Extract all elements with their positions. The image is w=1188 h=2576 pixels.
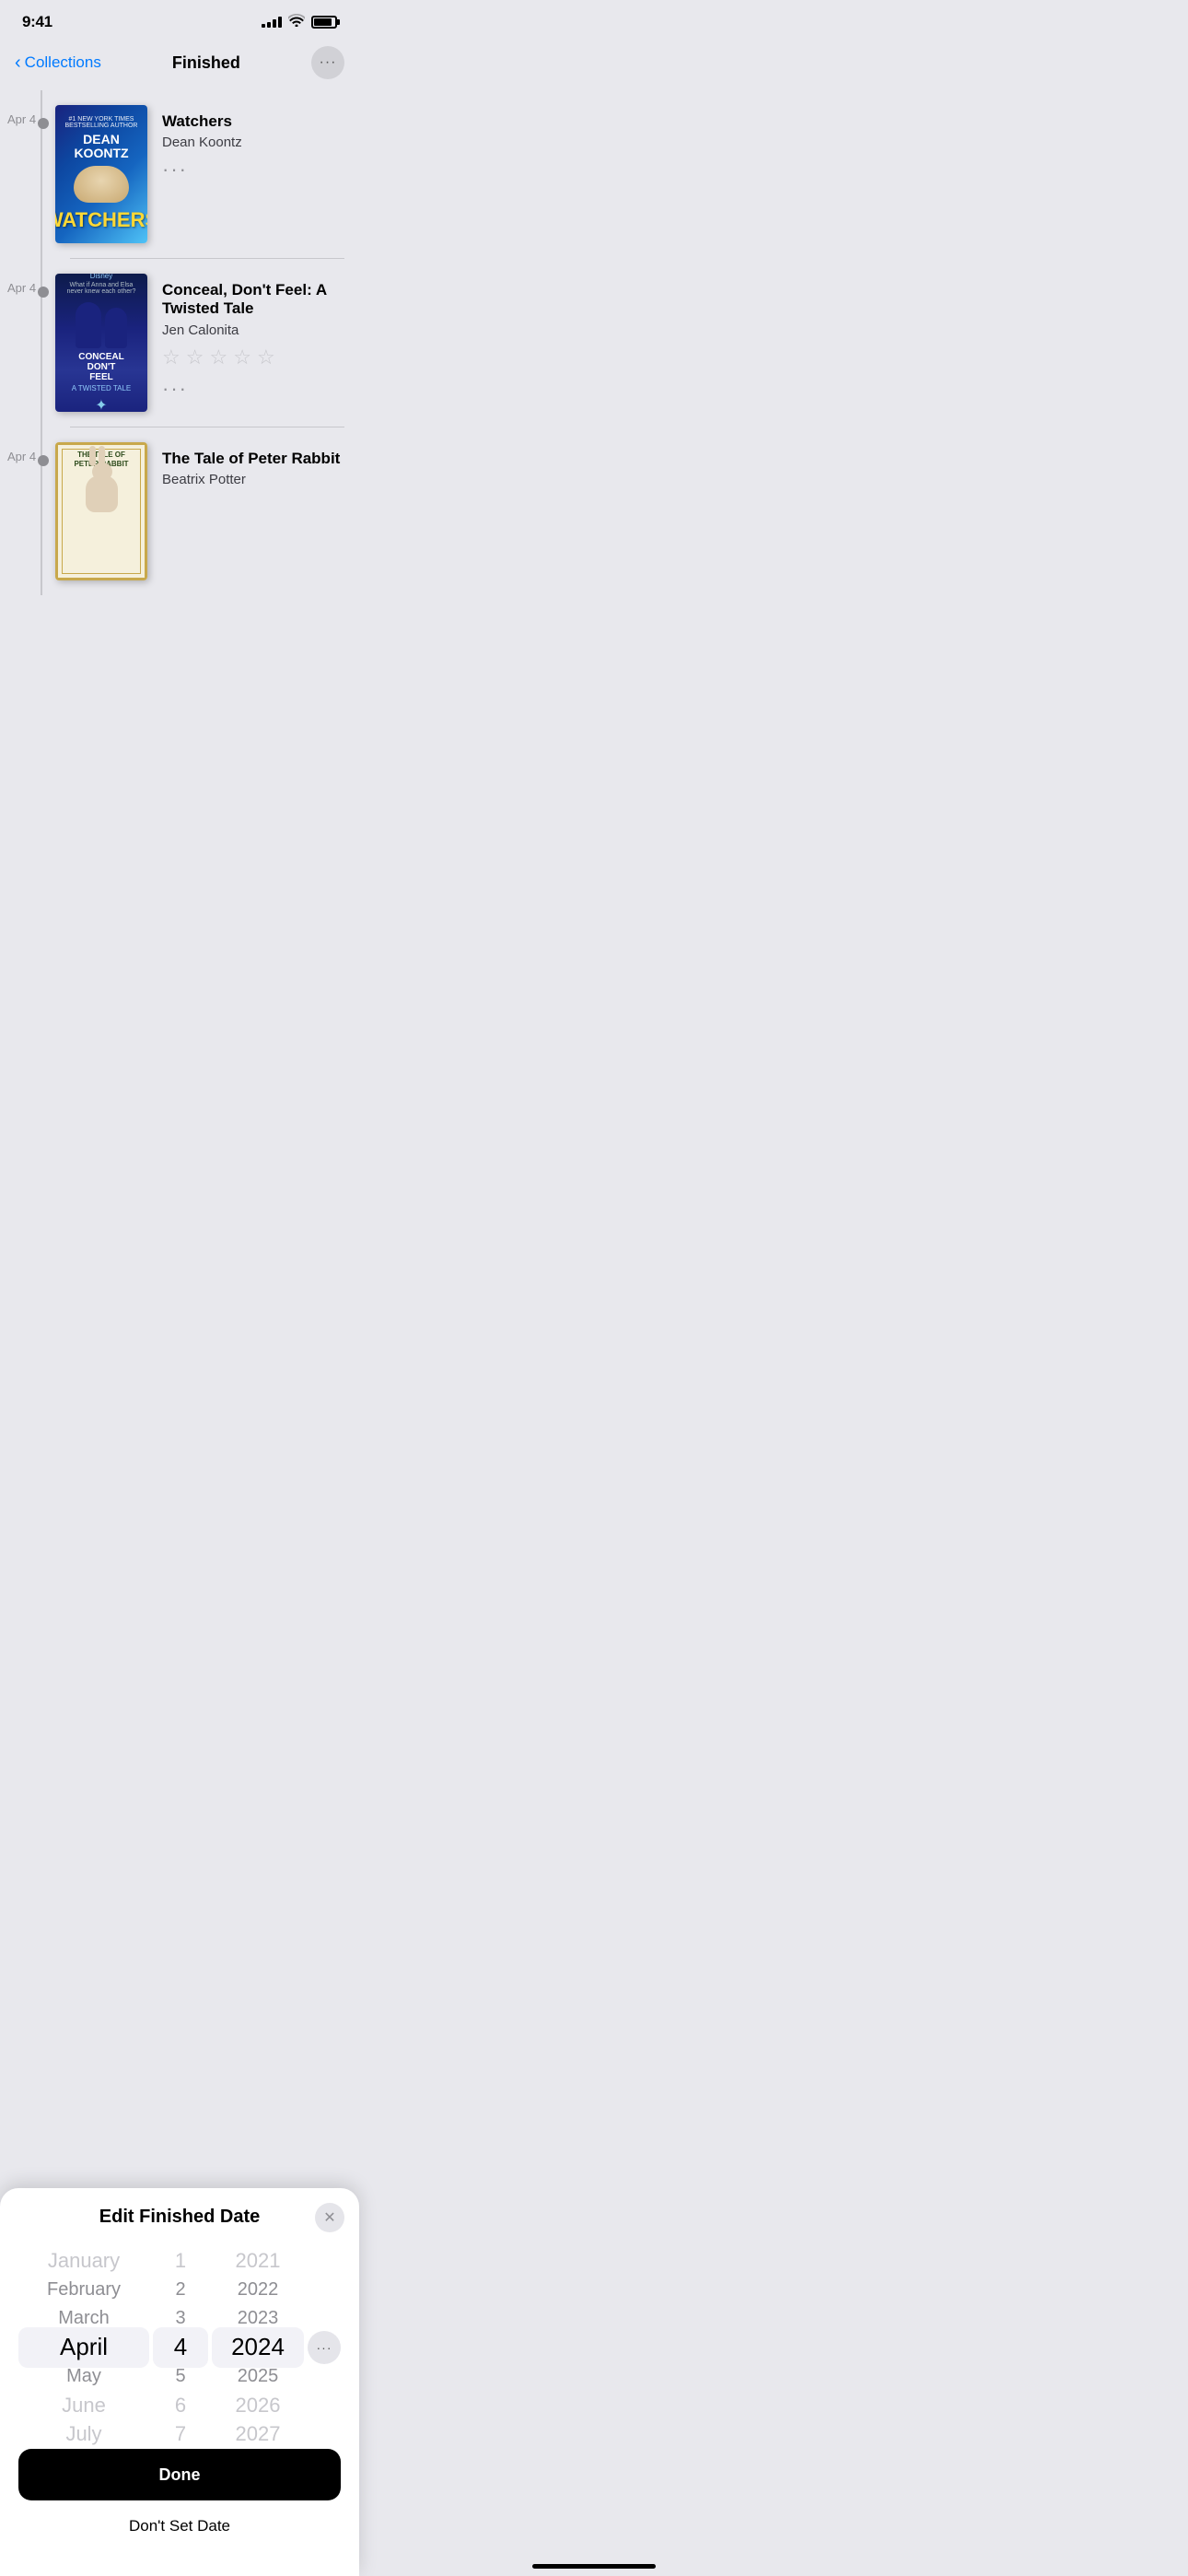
wifi-icon — [288, 14, 305, 30]
book-cover-conceal[interactable]: Disney What if Anna and Elsa never knew … — [55, 274, 147, 412]
back-chevron-icon: ‹ — [15, 53, 21, 74]
cover-author: DEANKOONTZ — [74, 133, 128, 161]
close-button[interactable]: ✕ — [315, 2203, 344, 2232]
month-may[interactable]: May — [18, 2362, 149, 2391]
home-indicator — [532, 2564, 656, 2569]
timeline-dot-1 — [38, 118, 49, 129]
month-april[interactable]: April — [18, 2333, 149, 2361]
month-picker[interactable]: January February March April May June Ju… — [18, 2246, 149, 2449]
year-2025[interactable]: 2025 — [212, 2362, 304, 2391]
book-author-watchers: Dean Koontz — [162, 135, 344, 150]
cover-book-title: WATCHERS — [55, 208, 147, 232]
back-button[interactable]: ‹ Collections — [15, 53, 101, 74]
star-1[interactable]: ☆ — [162, 345, 181, 369]
done-button[interactable]: Done — [18, 2449, 341, 2500]
book-info-conceal: Conceal, Don't Feel: A Twisted Tale Jen … — [162, 274, 344, 401]
year-2021[interactable]: 2021 — [212, 2246, 304, 2275]
status-icons — [262, 14, 337, 30]
book-entry-watchers: Apr 4 #1 NEW YORK TIMES BESTSELLING AUTH… — [55, 90, 359, 258]
year-2026[interactable]: 2026 — [212, 2391, 304, 2419]
day-5[interactable]: 5 — [153, 2362, 208, 2391]
cover-conceal-title: CONCEALDON'TFEEL — [78, 352, 123, 382]
book-entry-peter: Apr 4 THE TALE OFPETER RABBIT Th — [55, 427, 359, 595]
year-2027[interactable]: 2027 — [212, 2420, 304, 2449]
status-bar: 9:41 — [0, 0, 359, 39]
star-3[interactable]: ☆ — [209, 345, 227, 369]
rabbit-illustration — [69, 475, 134, 540]
day-picker[interactable]: 1 2 3 4 5 6 7 — [153, 2246, 208, 2449]
picker-more-dots-icon: ··· — [317, 2340, 332, 2355]
book-title-watchers: Watchers — [162, 112, 344, 131]
cover-tag: #1 NEW YORK TIMES BESTSELLING AUTHOR — [63, 116, 140, 129]
day-2[interactable]: 2 — [153, 2275, 208, 2303]
date-label-3: Apr 4 — [7, 450, 36, 463]
status-time: 9:41 — [22, 13, 52, 31]
book-author-peter: Beatrix Potter — [162, 472, 344, 487]
month-january[interactable]: January — [18, 2246, 149, 2275]
cover-twisted-tag: A TWISTED TALE — [72, 384, 131, 392]
date-label-2: Apr 4 — [7, 281, 36, 295]
battery-icon — [311, 16, 337, 29]
day-7[interactable]: 7 — [153, 2420, 208, 2449]
day-6[interactable]: 6 — [153, 2391, 208, 2419]
book-more-button-watchers[interactable]: ··· — [162, 158, 344, 181]
day-3[interactable]: 3 — [153, 2304, 208, 2333]
nav-header: ‹ Collections Finished ··· — [0, 39, 359, 90]
timeline-dot-3 — [38, 455, 49, 466]
month-february[interactable]: February — [18, 2275, 149, 2303]
month-june[interactable]: June — [18, 2391, 149, 2419]
year-2022[interactable]: 2022 — [212, 2275, 304, 2303]
timeline-dot-2 — [38, 287, 49, 298]
back-label: Collections — [25, 53, 101, 72]
year-2024[interactable]: 2024 — [212, 2333, 304, 2361]
month-march[interactable]: March — [18, 2304, 149, 2333]
book-title-peter: The Tale of Peter Rabbit — [162, 450, 344, 468]
book-author-conceal: Jen Calonita — [162, 322, 344, 338]
cover-subtitle: What if Anna and Elsa never knew each ot… — [61, 282, 142, 295]
star-4[interactable]: ☆ — [233, 345, 251, 369]
sheet-title: Edit Finished Date — [18, 2207, 341, 2228]
book-info-watchers: Watchers Dean Koontz ··· — [162, 105, 344, 181]
date-label-1: Apr 4 — [7, 112, 36, 126]
book-list: Apr 4 #1 NEW YORK TIMES BESTSELLING AUTH… — [0, 90, 359, 614]
month-july[interactable]: July — [18, 2420, 149, 2449]
disney-tag: Disney — [90, 274, 112, 280]
day-1[interactable]: 1 — [153, 2246, 208, 2275]
signal-icon — [262, 17, 282, 28]
year-2023[interactable]: 2023 — [212, 2304, 304, 2333]
date-picker-wrapper: January February March April May June Ju… — [18, 2246, 341, 2449]
no-date-button[interactable]: Don't Set Date — [18, 2513, 341, 2539]
more-dots-icon: ··· — [320, 54, 337, 71]
star-decoration: ✦ — [95, 396, 107, 413]
timeline-line — [41, 90, 42, 595]
year-picker[interactable]: 2021 2022 2023 2024 2025 2026 2027 — [212, 2246, 304, 2449]
star-rating-conceal[interactable]: ☆ ☆ ☆ ☆ ☆ — [162, 345, 344, 369]
more-options-button[interactable]: ··· — [311, 46, 344, 79]
book-more-button-conceal[interactable]: ··· — [162, 377, 344, 401]
book-info-peter: The Tale of Peter Rabbit Beatrix Potter — [162, 442, 344, 495]
timeline-section: Apr 4 #1 NEW YORK TIMES BESTSELLING AUTH… — [0, 90, 359, 595]
picker-more-button[interactable]: ··· — [308, 2331, 341, 2364]
book-title-conceal: Conceal, Don't Feel: A Twisted Tale — [162, 281, 344, 319]
page-title: Finished — [172, 53, 240, 73]
close-icon: ✕ — [323, 2208, 335, 2227]
book-cover-watchers[interactable]: #1 NEW YORK TIMES BESTSELLING AUTHOR DEA… — [55, 105, 147, 243]
star-2[interactable]: ☆ — [186, 345, 204, 369]
star-5[interactable]: ☆ — [257, 345, 275, 369]
day-4[interactable]: 4 — [153, 2333, 208, 2361]
bottom-sheet: ✕ Edit Finished Date January February Ma… — [0, 2188, 359, 2576]
book-entry-conceal: Apr 4 Disney What if Anna and Elsa never… — [55, 259, 359, 427]
book-cover-peter[interactable]: THE TALE OFPETER RABBIT — [55, 442, 147, 580]
silhouette-illustration — [69, 302, 134, 348]
dog-illustration — [74, 166, 129, 203]
